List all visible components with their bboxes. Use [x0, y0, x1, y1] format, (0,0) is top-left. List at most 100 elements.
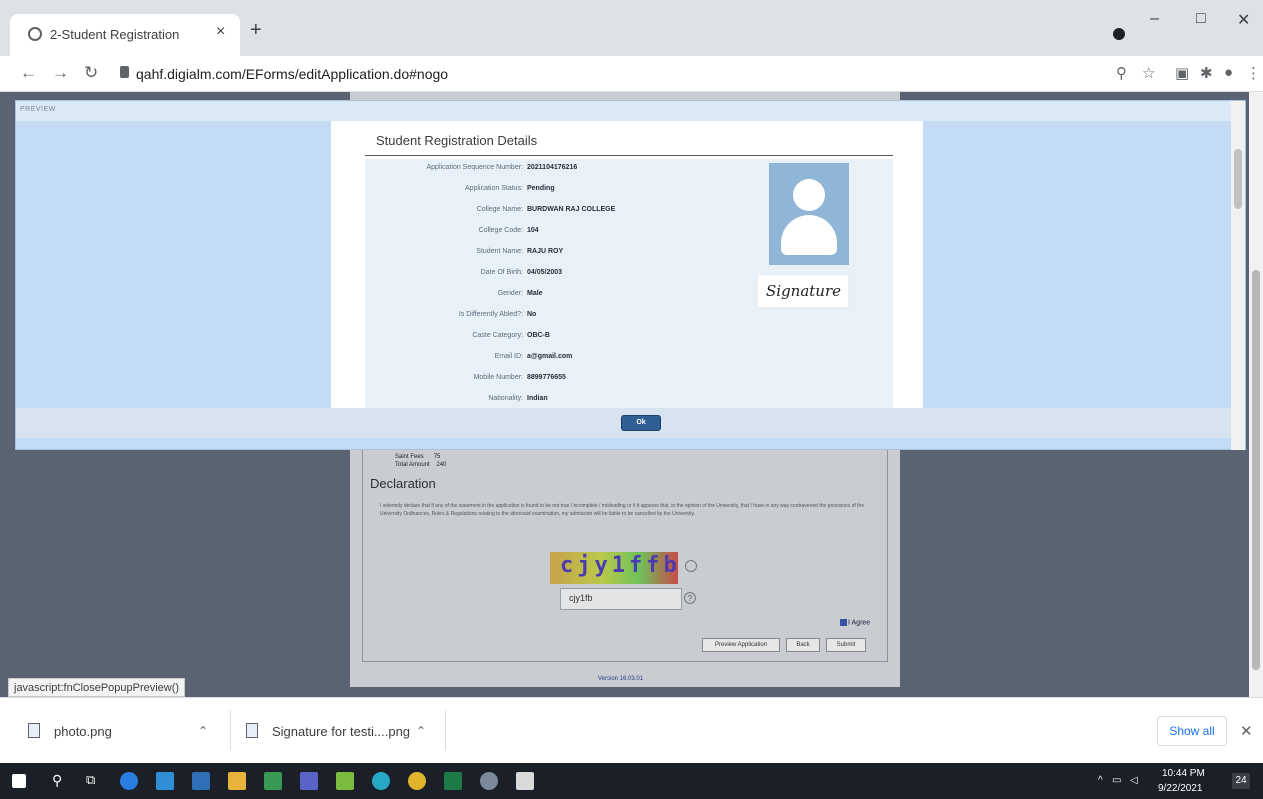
version-label: Version 16.03.01	[598, 676, 644, 682]
back-button[interactable]: Back	[786, 638, 820, 652]
network-icon[interactable]: ▭	[1112, 775, 1121, 786]
edge-icon[interactable]	[120, 772, 138, 790]
close-window-button[interactable]: ✕	[1237, 10, 1250, 30]
details-area: Application Sequence Number: 20211041762…	[365, 159, 893, 409]
ok-button[interactable]: Ok	[621, 415, 661, 431]
detail-label: Nationality:	[488, 395, 523, 402]
paint-icon[interactable]	[480, 772, 498, 790]
editor-icon[interactable]	[336, 772, 354, 790]
outlook-icon[interactable]	[192, 772, 210, 790]
download-shelf: photo.png ⌃ Signature for testi....png ⌃…	[0, 697, 1263, 763]
tray-chevron-icon[interactable]: ^	[1098, 775, 1103, 786]
sticky-notes-icon[interactable]	[228, 772, 246, 790]
chevron-up-icon[interactable]: ⌃	[198, 724, 208, 738]
clock-time[interactable]: 10:44 PM	[1162, 768, 1205, 779]
detail-label: Is Differently Abled?:	[458, 311, 523, 318]
declaration-title: Declaration	[370, 476, 436, 491]
refresh-icon[interactable]	[685, 560, 697, 572]
divider	[365, 155, 893, 156]
avatar-head	[793, 179, 825, 211]
divider	[230, 710, 231, 750]
student-photo	[769, 163, 849, 265]
help-icon[interactable]: ?	[684, 592, 696, 604]
declaration-text: I solemnly declare that if any of the st…	[380, 503, 865, 517]
maximize-button[interactable]: □	[1196, 10, 1206, 28]
image-file-icon	[246, 723, 258, 738]
download-item[interactable]: Signature for testi....png ⌃	[246, 716, 436, 746]
extension-a-icon[interactable]: ▣	[1175, 64, 1189, 82]
excel-icon[interactable]	[444, 772, 462, 790]
detail-label: Application Status:	[465, 185, 523, 192]
address-bar[interactable]: qahf.digialm.com/EForms/editApplication.…	[112, 60, 1102, 88]
checkbox-icon[interactable]	[840, 619, 847, 626]
divider	[445, 710, 446, 750]
menu-kebab-icon[interactable]: ⋮	[1246, 64, 1261, 82]
chrome-icon[interactable]	[408, 772, 426, 790]
page-scrollbar[interactable]	[1249, 92, 1263, 697]
captcha-input[interactable]: cjy1fb	[560, 588, 682, 610]
detail-value: a@gmail.com	[527, 353, 573, 360]
search-icon[interactable]: ⚲	[52, 772, 62, 789]
agree-checkbox[interactable]: I Agree	[840, 619, 870, 626]
page-viewport: Saint Fees 75 Total Amount 240 Declarati…	[0, 92, 1263, 697]
status-bar-url: javascript:fnClosePopupPreview()	[8, 678, 186, 697]
notepad-icon[interactable]	[264, 772, 282, 790]
detail-value: 04/05/2003	[527, 269, 563, 276]
detail-value: Pending	[527, 185, 555, 192]
detail-label: College Name:	[476, 206, 523, 213]
reload-icon[interactable]: ↻	[84, 63, 98, 83]
profile-icon[interactable]: ●	[1224, 64, 1233, 81]
volume-icon[interactable]: ◁	[1130, 775, 1138, 786]
avatar-body	[781, 215, 837, 255]
download-name: Signature for testi....png	[272, 724, 411, 739]
detail-value: Male	[527, 290, 543, 297]
browser-app-icon[interactable]	[372, 772, 390, 790]
minimize-button[interactable]: –	[1150, 10, 1159, 28]
detail-label: College Code:	[478, 227, 523, 234]
scrollbar-thumb[interactable]	[1252, 270, 1260, 670]
task-view-icon[interactable]: ⧉	[86, 772, 95, 788]
detail-value: Indian	[527, 395, 548, 402]
preview-dialog: PREVIEW ✕ Student Registration Details A…	[15, 100, 1246, 450]
close-shelf-icon[interactable]: ✕	[1240, 722, 1253, 740]
photos-icon[interactable]	[516, 772, 534, 790]
dialog-title: Student Registration Details	[376, 133, 538, 148]
show-all-button[interactable]: Show all	[1157, 716, 1227, 746]
detail-value: 104	[527, 227, 539, 234]
scrollbar-thumb[interactable]	[1234, 149, 1242, 209]
back-arrow-icon[interactable]: ←	[20, 63, 37, 83]
globe-icon	[28, 27, 42, 41]
new-tab-button[interactable]: +	[250, 19, 262, 42]
bookmark-star-icon[interactable]: ☆	[1142, 64, 1155, 82]
detail-label: Email ID:	[494, 353, 523, 360]
preview-header: PREVIEW ✕	[16, 101, 1245, 121]
preview-scrollbar[interactable]	[1231, 101, 1245, 450]
detail-value: OBC-B	[527, 332, 550, 339]
detail-label: Date Of Birth:	[480, 269, 523, 276]
detail-label: Student Name:	[476, 248, 523, 255]
agree-label: I Agree	[848, 619, 871, 627]
preview-application-button[interactable]: Preview Application	[702, 638, 780, 652]
teams-icon[interactable]	[300, 772, 318, 790]
submit-button[interactable]: Submit	[826, 638, 866, 652]
detail-label: Application Sequence Number:	[426, 164, 523, 171]
forward-arrow-icon[interactable]: →	[52, 63, 69, 83]
tab-close-icon[interactable]: ×	[216, 23, 225, 41]
clock-date[interactable]: 9/22/2021	[1158, 783, 1203, 794]
browser-tab[interactable]: 2-Student Registration ×	[10, 14, 240, 56]
lock-icon[interactable]	[120, 66, 129, 78]
detail-value: 8899776655	[527, 374, 566, 381]
student-details-modal: Student Registration Details Application…	[331, 121, 923, 409]
extension-icon[interactable]	[1113, 28, 1125, 40]
address-url: qahf.digialm.com/EForms/editApplication.…	[136, 66, 449, 82]
student-signature: Signature	[757, 274, 849, 308]
zoom-icon[interactable]: ⚲	[1116, 64, 1127, 82]
extensions-puzzle-icon[interactable]: ✱	[1200, 64, 1213, 82]
windows-start-icon[interactable]	[12, 774, 26, 788]
tab-title: 2-Student Registration	[50, 27, 180, 42]
notification-badge[interactable]: 24	[1232, 773, 1250, 789]
chevron-up-icon[interactable]: ⌃	[416, 724, 426, 738]
file-explorer-icon[interactable]	[156, 772, 174, 790]
download-item[interactable]: photo.png ⌃	[28, 716, 218, 746]
windows-taskbar: ⚲ ⧉ ^ ▭ ◁ 10:44 PM 9/22/2021 24	[0, 763, 1263, 799]
